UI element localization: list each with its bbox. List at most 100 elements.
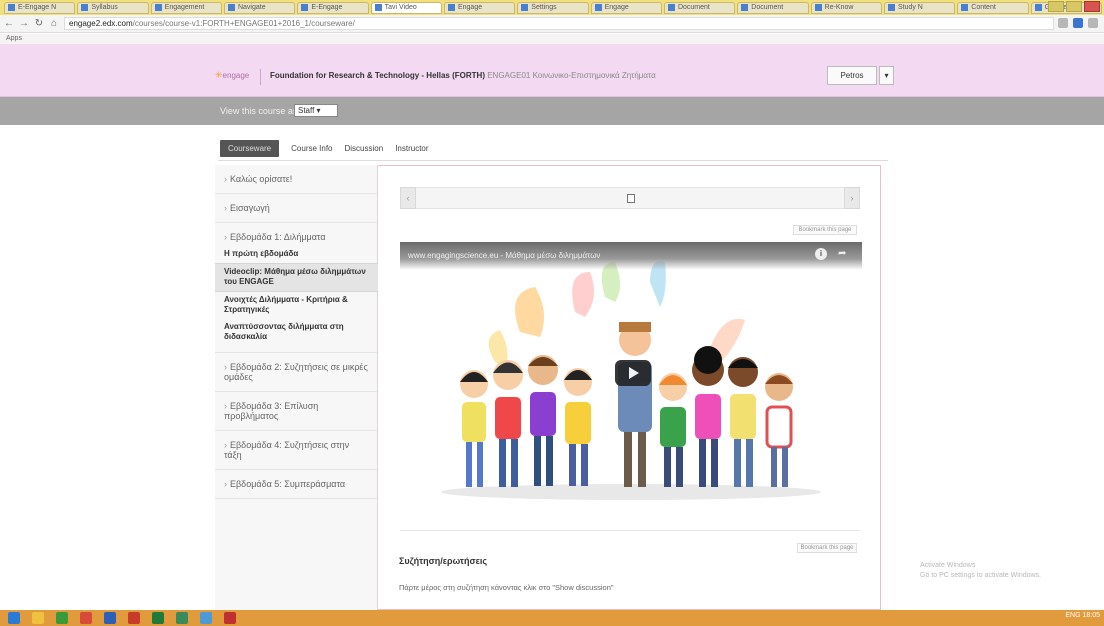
acrobat-icon[interactable] (224, 612, 236, 624)
sidebar-section-week4[interactable]: › Εβδομάδα 4: Συζητήσεις στην τάξη (215, 431, 377, 470)
address-bar: ← → ↻ ⌂ engage2.edx.com/courses/course-v… (0, 15, 1104, 33)
sequence-navigation: ‹ › (400, 187, 860, 209)
browser-tab-label: Engage (457, 4, 483, 11)
watermark-line-1: Activate Windows (920, 562, 976, 569)
favicon-icon (301, 4, 309, 11)
favicon-icon (594, 4, 602, 11)
course-code: ENGAGE01 Κοινωνικο-Επιστημονικά Ζητήματα (487, 71, 656, 80)
browser-tab-label: Tavi Video (384, 4, 417, 11)
app-icon[interactable] (176, 612, 188, 624)
sidebar-subsection[interactable]: Αναπτύσσοντας διλήμματα στη διδασκαλία (215, 319, 377, 353)
powerpoint-icon[interactable] (128, 612, 140, 624)
previous-unit-button[interactable]: ‹ (400, 187, 416, 209)
favicon-icon (887, 4, 895, 11)
content-divider (400, 530, 860, 531)
apps-bookmark[interactable]: Apps (6, 35, 22, 42)
browser-tab[interactable]: Engage (443, 1, 516, 14)
browser-tab[interactable]: Document (663, 1, 736, 14)
browser-tab[interactable]: Content (957, 1, 1029, 14)
minimize-button[interactable] (1048, 1, 1064, 12)
browser-tab[interactable]: Re-Know (810, 1, 882, 14)
view-as-select[interactable]: Staff ▾ (294, 104, 338, 117)
view-as-bar: View this course as: Staff ▾ (0, 97, 1104, 125)
browser-tab[interactable]: Engagement (150, 1, 222, 14)
url-field[interactable]: engage2.edx.com/courses/course-v1:FORTH+… (64, 17, 1054, 30)
back-icon[interactable]: ← (4, 18, 14, 29)
extension-icons (1058, 18, 1098, 28)
forward-icon[interactable]: → (19, 18, 29, 29)
reload-icon[interactable]: ↻ (34, 18, 44, 29)
home-icon[interactable]: ⌂ (49, 18, 59, 29)
logo-star-icon: ✳ (215, 70, 223, 80)
browser-tab[interactable]: Study N (883, 1, 956, 14)
tab-courseware[interactable]: Courseware (220, 139, 280, 157)
chevron-right-icon: › (224, 440, 227, 450)
favicon-icon (374, 4, 382, 11)
browser-tab[interactable]: Document (737, 1, 809, 14)
unit-video-icon[interactable] (627, 194, 635, 203)
chevron-right-icon: › (224, 401, 227, 411)
next-unit-button[interactable]: › (844, 187, 860, 209)
sidebar-section-week5[interactable]: › Εβδομάδα 5: Συμπεράσματα (215, 470, 377, 499)
browser-tab[interactable]: Engage (590, 1, 662, 14)
bookmark-button[interactable]: Bookmark this page (793, 225, 857, 235)
tab-instructor[interactable]: Instructor (395, 144, 428, 153)
share-icon[interactable]: ➦ (838, 248, 846, 259)
view-as-label: View this course as: (220, 106, 300, 116)
sidebar-section-week3[interactable]: › Εβδομάδα 3: Επίλυση προβλήματος (215, 392, 377, 431)
chevron-right-icon: › (224, 362, 227, 372)
extension-icon[interactable] (1073, 18, 1083, 28)
org-name: Foundation for Research & Technology - H… (270, 71, 485, 80)
sidebar-section-label: Εβδομάδα 2: Συζητήσεις σε μικρές ομάδες (224, 362, 368, 382)
discussion-instructions: Πάρτε μέρος στη συζήτηση κάνοντας κλικ σ… (399, 583, 614, 592)
excel-icon[interactable] (152, 612, 164, 624)
user-menu-button[interactable]: Petros (827, 66, 877, 85)
info-icon[interactable]: i (815, 248, 827, 260)
menu-icon[interactable] (1088, 18, 1098, 28)
sidebar-section-week1[interactable]: › Εβδομάδα 1: Διλήμματα (215, 223, 377, 246)
start-icon[interactable] (8, 612, 20, 624)
sidebar-section-label: Εβδομάδα 5: Συμπεράσματα (230, 479, 346, 489)
maximize-button[interactable] (1066, 1, 1082, 12)
sidebar-subsection[interactable]: Ανοιχτές Διλήμματα - Κριτήρια & Στρατηγι… (215, 292, 377, 319)
app-icon[interactable] (80, 612, 92, 624)
star-bookmark-icon[interactable] (1058, 18, 1068, 28)
sidebar-subsection-current[interactable]: Videoclip: Μάθημα μέσω διλημμάτων του EN… (215, 263, 378, 292)
kid-4 (564, 368, 592, 486)
engage-logo[interactable]: ✳engage (215, 70, 255, 84)
browser-tab[interactable]: E-Engage N (4, 1, 76, 14)
sidebar-section-label: Εβδομάδα 4: Συζητήσεις στην τάξη (224, 440, 350, 460)
discussion-heading: Συζήτηση/ερωτήσεις (399, 556, 488, 566)
kid-7 (728, 357, 758, 487)
sidebar-section-label: Εβδομάδα 3: Επίλυση προβλήματος (224, 401, 319, 421)
browser-tab[interactable]: Tavi Video (370, 1, 442, 14)
browser-tab-label: Engagement (164, 4, 205, 11)
browser-tab-label: Engage (604, 4, 629, 11)
window-controls (1048, 1, 1100, 12)
sidebar-section-intro[interactable]: › Εισαγωγή (215, 194, 377, 223)
play-button[interactable] (615, 360, 651, 386)
sidebar-section-welcome[interactable]: › Καλώς ορίσατε! (215, 165, 377, 194)
site-header: ✳engage Foundation for Research & Techno… (0, 44, 1104, 97)
app-icon[interactable] (56, 612, 68, 624)
explorer-icon[interactable] (32, 612, 44, 624)
user-name: Petros (840, 71, 864, 80)
sidebar-subsection[interactable]: Η πρώτη εβδομάδα (215, 246, 377, 263)
chrome-icon[interactable] (200, 612, 212, 624)
tab-course-info[interactable]: Course Info (291, 144, 332, 153)
video-player[interactable]: www.engagingscience.eu - Μάθημα μέσω διλ… (400, 242, 862, 502)
activate-windows-watermark: Activate Windows Go to PC settings to ac… (920, 561, 1041, 581)
system-tray: ENG 18:05 (1065, 612, 1100, 619)
close-window-button[interactable] (1084, 1, 1100, 12)
kid-8 (765, 373, 793, 487)
sidebar-section-week2[interactable]: › Εβδομάδα 2: Συζητήσεις σε μικρές ομάδες (215, 353, 377, 392)
browser-tab[interactable]: Navigate (223, 1, 296, 14)
user-menu-caret-icon[interactable]: ▾ (879, 66, 894, 85)
browser-tab[interactable]: Syllabus (77, 1, 149, 14)
word-icon[interactable] (104, 612, 116, 624)
tab-discussion[interactable]: Discussion (345, 144, 384, 153)
video-title[interactable]: www.engagingscience.eu - Μάθημα μέσω διλ… (408, 251, 600, 260)
browser-tab[interactable]: Settings (517, 1, 589, 14)
bookmark-button-2[interactable]: Bookmark this page (797, 543, 857, 553)
browser-tab[interactable]: E-Engage (297, 1, 369, 14)
